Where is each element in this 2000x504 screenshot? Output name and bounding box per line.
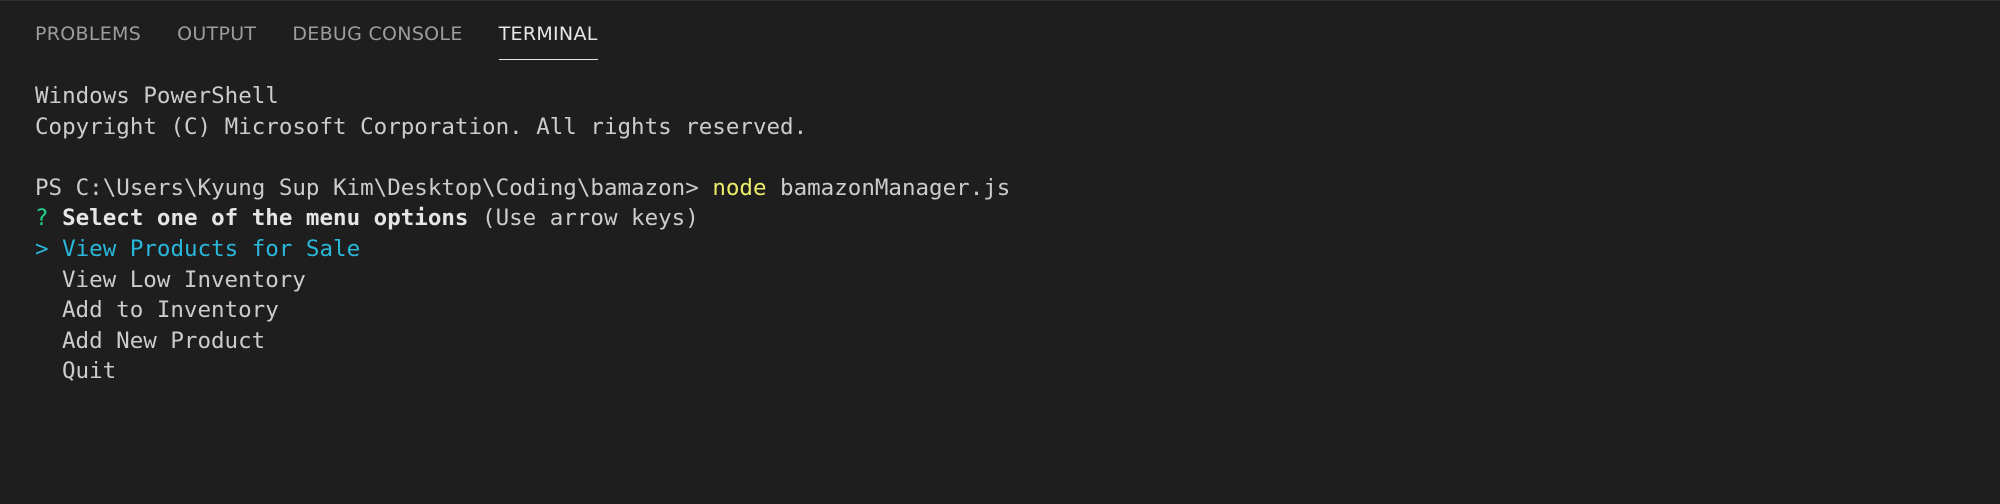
menu-item[interactable]: Add New Product bbox=[35, 326, 1010, 357]
terminal-panel: PROBLEMS OUTPUT DEBUG CONSOLE TERMINAL W… bbox=[0, 0, 2000, 504]
command-argument: bamazonManager.js bbox=[766, 174, 1011, 201]
shell-prompt: PS C:\Users\Kyung Sup Kim\Desktop\Coding… bbox=[35, 174, 713, 201]
menu-item-selected[interactable]: > View Products for Sale bbox=[35, 234, 1010, 265]
terminal-line-command: PS C:\Users\Kyung Sup Kim\Desktop\Coding… bbox=[35, 173, 1010, 204]
menu-item-label: View Products for Sale bbox=[62, 235, 361, 262]
terminal-line-question: ? Select one of the menu options (Use ar… bbox=[35, 203, 1010, 234]
menu-item[interactable]: Quit bbox=[35, 356, 1010, 387]
command-name: node bbox=[712, 174, 767, 201]
tab-terminal[interactable]: TERMINAL bbox=[498, 1, 598, 60]
menu-item[interactable]: View Low Inventory bbox=[35, 265, 1010, 296]
question-text: Select one of the menu options bbox=[62, 205, 469, 232]
tab-problems[interactable]: PROBLEMS bbox=[35, 1, 141, 59]
question-mark-icon: ? bbox=[35, 205, 49, 232]
menu-item[interactable]: Add to Inventory bbox=[35, 295, 1010, 326]
panel-tabs: PROBLEMS OUTPUT DEBUG CONSOLE TERMINAL bbox=[35, 1, 634, 61]
terminal-output[interactable]: Windows PowerShell Copyright (C) Microso… bbox=[35, 81, 1010, 387]
tab-debug-console[interactable]: DEBUG CONSOLE bbox=[292, 1, 462, 59]
pointer-icon: > bbox=[35, 235, 49, 262]
tab-output[interactable]: OUTPUT bbox=[177, 1, 256, 59]
terminal-line-header: Windows PowerShell bbox=[35, 83, 279, 109]
terminal-line-copyright: Copyright (C) Microsoft Corporation. All… bbox=[35, 113, 808, 140]
question-hint: (Use arrow keys) bbox=[468, 205, 699, 232]
